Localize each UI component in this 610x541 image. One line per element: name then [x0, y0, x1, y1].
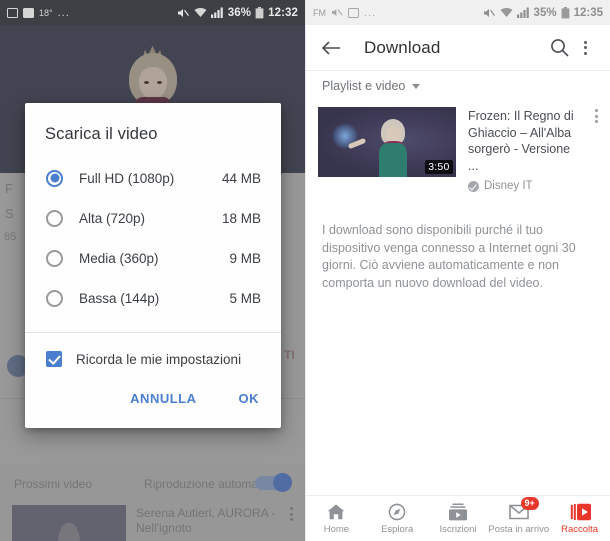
temperature-label: 18° — [39, 7, 53, 18]
nav-item-inbox[interactable]: 9+ Posta in arrivo — [488, 496, 550, 535]
battery-icon — [561, 6, 569, 18]
quality-option-360p[interactable]: Media (360p) 9 MB — [25, 238, 281, 278]
nav-label-library: Raccolta — [561, 523, 599, 535]
inbox-icon: 9+ — [508, 496, 539, 521]
screenshot-root: 18° ... 36% 12:32 F S 85 TI Prossimi vid… — [0, 0, 610, 541]
quality-size-720p: 18 MB — [221, 210, 261, 226]
right-status-bar: FM ... 35% 12:35 — [306, 0, 610, 25]
home-icon — [326, 503, 346, 521]
more-icon: ... — [364, 6, 377, 19]
quality-size-1080p: 44 MB — [221, 170, 261, 186]
left-phone-panel: 18° ... 36% 12:32 F S 85 TI Prossimi vid… — [0, 0, 305, 541]
dialog-title: Scarica il video — [45, 125, 158, 143]
video-overflow-menu-icon[interactable] — [595, 107, 600, 123]
signal-icon — [516, 7, 529, 18]
radio-1080p[interactable] — [46, 169, 63, 187]
quality-options-list: Full HD (1080p) 44 MB Alta (720p) 18 MB … — [25, 158, 281, 324]
signal-icon — [210, 7, 223, 18]
video-info: Frozen: Il Regno di Ghiaccio – All'Alba … — [468, 107, 583, 192]
quality-size-360p: 9 MB — [229, 250, 261, 266]
left-status-bar: 18° ... 36% 12:32 — [0, 0, 305, 25]
verified-badge-icon — [468, 180, 479, 192]
nav-label-home: Home — [323, 523, 350, 535]
battery-icon — [255, 6, 264, 18]
quality-option-1080p[interactable]: Full HD (1080p) 44 MB — [25, 158, 281, 198]
quality-option-144p[interactable]: Bassa (144p) 5 MB — [25, 278, 281, 318]
video-channel-name: Disney IT — [484, 180, 533, 192]
inbox-badge: 9+ — [520, 496, 539, 510]
battery-percent-label: 35% — [533, 6, 557, 19]
wifi-icon — [194, 8, 207, 17]
video-channel-row: Disney IT — [468, 180, 583, 192]
dialog-actions: ANNULLA OK — [25, 381, 281, 428]
quality-label-144p: Bassa (144p) — [79, 290, 160, 306]
quality-label-360p: Media (360p) — [79, 250, 159, 266]
back-arrow-icon[interactable] — [318, 35, 344, 61]
quality-label-1080p: Full HD (1080p) — [79, 170, 175, 186]
nav-label-explore: Esplora — [381, 523, 414, 535]
mute-icon — [483, 8, 495, 17]
right-status-right-icons: 35% 12:35 — [483, 6, 603, 19]
quality-option-720p[interactable]: Alta (720p) 18 MB — [25, 198, 281, 238]
nav-item-home[interactable]: Home — [306, 503, 367, 535]
ok-button[interactable]: OK — [233, 387, 266, 410]
compass-icon — [387, 503, 407, 521]
wifi-icon — [500, 8, 512, 17]
left-status-left-icons: 18° ... — [7, 7, 70, 19]
more-icon: ... — [57, 6, 70, 19]
download-quality-dialog: Scarica il video Full HD (1080p) 44 MB A… — [25, 103, 281, 428]
video-thumbnail[interactable]: 3:50 — [318, 107, 456, 177]
chevron-down-icon — [412, 83, 421, 89]
filter-dropdown[interactable]: Playlist e video — [306, 71, 610, 101]
clock-label: 12:32 — [268, 6, 298, 19]
mute-icon — [177, 8, 189, 17]
quality-size-144p: 5 MB — [229, 290, 261, 306]
subscriptions-icon — [448, 503, 468, 521]
app-bar: Download — [306, 25, 610, 71]
video-title: Frozen: Il Regno di Ghiaccio – All'Alba … — [468, 109, 574, 173]
right-status-left-icons: FM ... — [313, 7, 376, 19]
nav-label-inbox: Posta in arrivo — [488, 523, 550, 535]
overflow-menu-icon[interactable] — [572, 35, 598, 61]
quality-label-720p: Alta (720p) — [79, 210, 146, 226]
nav-item-explore[interactable]: Esplora — [367, 503, 428, 535]
remember-settings-row[interactable]: Ricorda le mie impostazioni — [25, 333, 281, 381]
bottom-navigation-bar: Home Esplora Iscrizioni 9+ Posta in arri… — [306, 495, 610, 541]
download-info-description: I download sono disponibili purché il tu… — [322, 223, 576, 290]
right-phone-panel: FM ... 35% 12:35 Download Playlist e vid… — [305, 0, 610, 541]
radio-360p[interactable] — [46, 249, 63, 267]
left-status-right-icons: 36% 12:32 — [177, 6, 298, 19]
downloaded-video-item[interactable]: 3:50 Frozen: Il Regno di Ghiaccio – All'… — [306, 101, 610, 200]
nav-label-subscriptions: Iscrizioni — [439, 523, 477, 535]
nav-item-subscriptions[interactable]: Iscrizioni — [428, 503, 489, 535]
video-duration-badge: 3:50 — [424, 160, 453, 174]
page-title: Download — [364, 37, 441, 57]
silent-icon — [332, 9, 343, 16]
clock-label: 12:35 — [573, 6, 603, 19]
remember-settings-checkbox[interactable] — [46, 351, 62, 367]
image-icon — [7, 7, 18, 18]
radio-144p[interactable] — [46, 289, 63, 307]
nav-item-library[interactable]: Raccolta — [549, 503, 610, 535]
radio-720p[interactable] — [46, 209, 63, 227]
remember-settings-label: Ricorda le mie impostazioni — [76, 351, 242, 367]
thumbnail-character-graphic — [374, 115, 412, 177]
cancel-button[interactable]: ANNULLA — [124, 387, 202, 410]
library-icon — [570, 503, 591, 521]
fm-icon: FM — [313, 7, 326, 18]
mail-icon — [23, 7, 34, 18]
battery-percent-label: 36% — [227, 6, 252, 19]
image-icon — [348, 7, 359, 18]
filter-label: Playlist e video — [322, 79, 406, 93]
search-icon[interactable] — [546, 35, 572, 61]
